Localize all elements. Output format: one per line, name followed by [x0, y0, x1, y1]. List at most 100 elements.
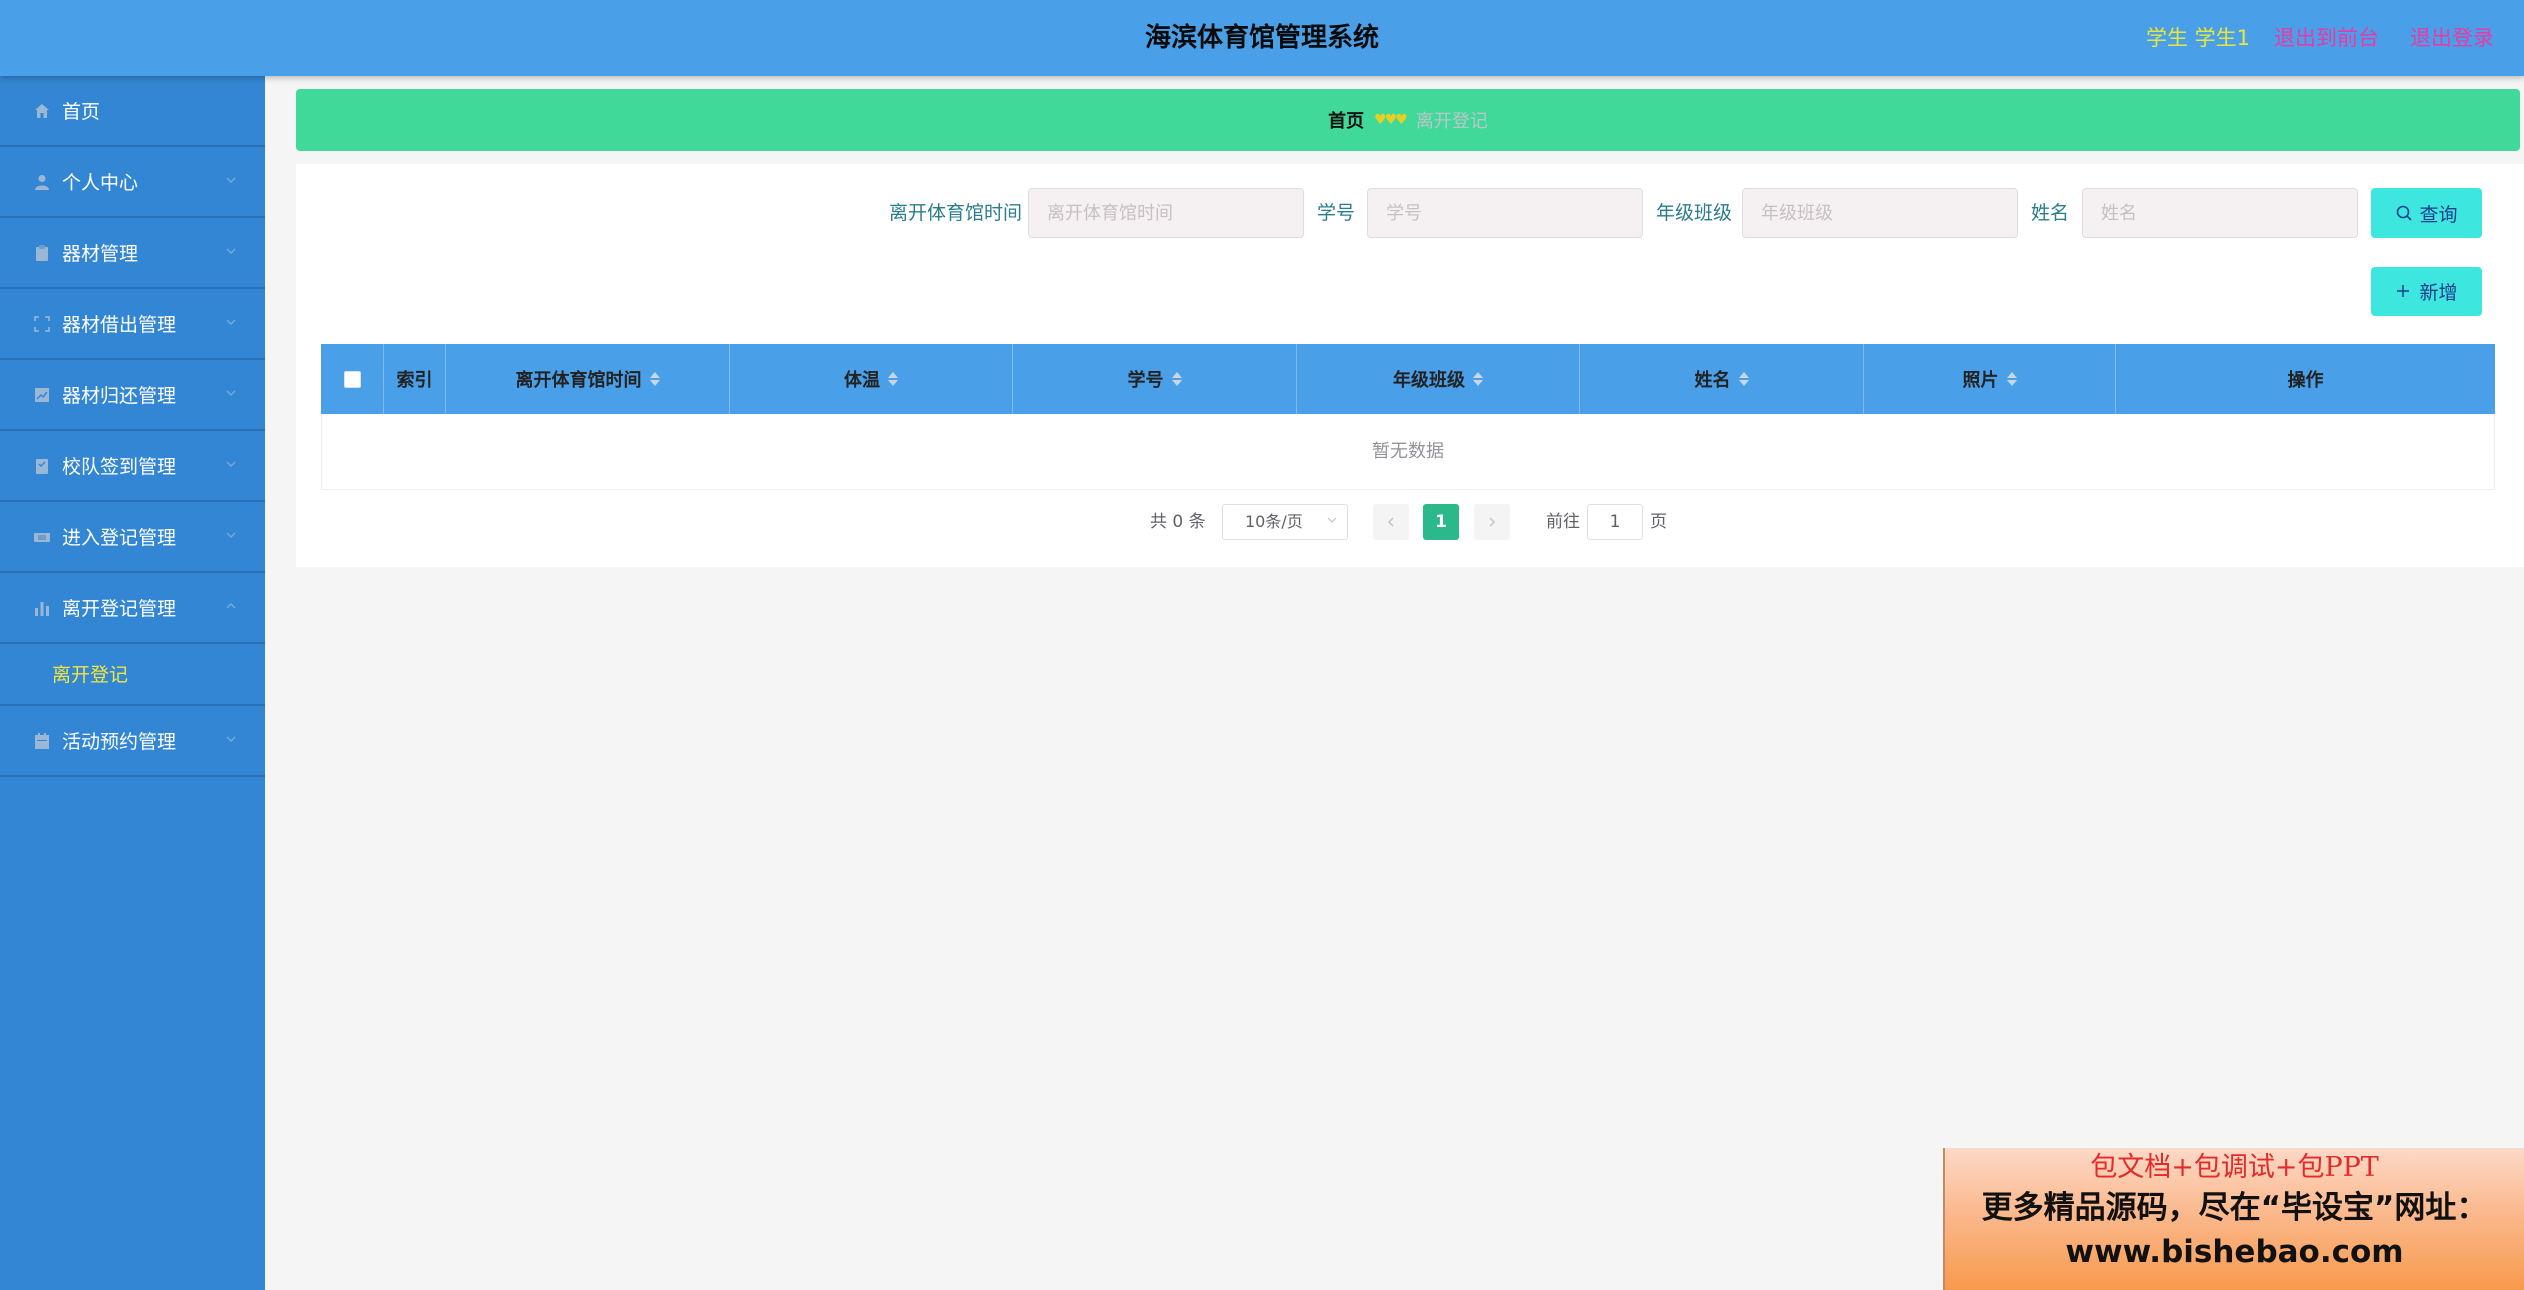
leave-time-input[interactable] — [1028, 188, 1304, 238]
ad-banner[interactable]: 包文档+包调试+包PPT 更多精品源码，尽在“毕设宝”网址： www.bishe… — [1943, 1148, 2524, 1290]
sidebar-item-leave-register[interactable]: 离开登记管理 — [0, 573, 265, 644]
column-header-label: 学号 — [1127, 370, 1164, 391]
sidebar-item-label: 进入登记管理 — [62, 527, 177, 549]
sidebar-item-equipment[interactable]: 器材管理 — [0, 218, 265, 289]
chevron-right-icon — [1489, 517, 1496, 527]
column-header-label: 操作 — [2287, 370, 2324, 391]
chevron-down-icon — [226, 736, 236, 742]
pagination: 共 0 条 10条/页 1 前往 页 — [296, 504, 2524, 540]
sort-icon[interactable] — [1473, 372, 1483, 386]
sort-icon[interactable] — [649, 372, 660, 386]
checklist-icon — [32, 456, 52, 476]
sort-icon[interactable] — [1738, 372, 1749, 386]
column-header-label: 年级班级 — [1393, 370, 1465, 391]
sidebar-item-label: 器材借出管理 — [62, 314, 177, 336]
grade-class-input[interactable] — [1742, 188, 2018, 238]
chevron-down-icon — [1327, 517, 1337, 523]
data-table: 索引 离开体育馆时间 体温 学号 年级班级 姓名 照片 操作 暂无数据 — [321, 344, 2495, 490]
ad-line-2: 更多精品源码，尽在“毕设宝”网址： — [1981, 1190, 2488, 1226]
sidebar-item-label: 器材管理 — [62, 243, 139, 265]
page-size-value: 10条/页 — [1245, 512, 1303, 531]
column-header-temperature[interactable]: 体温 — [730, 344, 1013, 414]
goto-label: 前往 — [1546, 512, 1580, 532]
column-header-name[interactable]: 姓名 — [1580, 344, 1864, 414]
grade-class-label: 年级班级 — [1656, 202, 1733, 224]
clipboard-icon — [32, 243, 52, 263]
column-header-label: 离开体育馆时间 — [515, 370, 642, 391]
sidebar-item-label: 个人中心 — [62, 172, 139, 194]
sidebar-item-entry-register[interactable]: 进入登记管理 — [0, 502, 265, 573]
column-header-leave-time[interactable]: 离开体育馆时间 — [446, 344, 730, 414]
query-button[interactable]: 查询 — [2371, 188, 2482, 238]
sidebar-item-label: 校队签到管理 — [62, 456, 177, 478]
table-header: 索引 离开体育馆时间 体温 学号 年级班级 姓名 照片 操作 — [321, 344, 2495, 414]
logout-link[interactable]: 退出登录 — [2410, 0, 2494, 76]
goto-page-input[interactable] — [1587, 504, 1643, 540]
name-input[interactable] — [2082, 188, 2358, 238]
breadcrumb-home[interactable]: 首页 — [1328, 107, 1364, 133]
student-id-label: 学号 — [1317, 202, 1356, 224]
content-panel: 离开体育馆时间 学号 年级班级 姓名 查询 新增 索引 离开体育馆时间 — [296, 164, 2524, 567]
sidebar-subitem-leave-register[interactable]: 离开登记 — [0, 644, 265, 706]
chevron-down-icon — [226, 461, 236, 467]
page-unit-label: 页 — [1650, 512, 1667, 532]
sidebar-item-activity-booking[interactable]: 活动预约管理 — [0, 706, 265, 777]
chevron-down-icon — [226, 390, 236, 396]
select-all-checkbox[interactable] — [343, 370, 361, 388]
ad-line-1: 包文档+包调试+包PPT — [2090, 1152, 2379, 1183]
home-icon — [32, 101, 52, 121]
query-button-label: 查询 — [2419, 203, 2458, 226]
sidebar-item-label: 首页 — [62, 101, 101, 123]
column-header-actions: 操作 — [2116, 344, 2495, 414]
name-label: 姓名 — [2031, 202, 2070, 224]
page-size-select[interactable]: 10条/页 — [1222, 504, 1348, 540]
chevron-down-icon — [226, 248, 236, 254]
sidebar-item-team-checkin[interactable]: 校队签到管理 — [0, 431, 265, 502]
column-header-label: 索引 — [396, 370, 433, 391]
table-empty-text: 暂无数据 — [321, 414, 2495, 490]
chevron-up-icon — [226, 603, 236, 609]
sidebar-item-personal-center[interactable]: 个人中心 — [0, 147, 265, 218]
exit-to-front-link[interactable]: 退出到前台 — [2274, 0, 2379, 76]
sidebar-item-label: 活动预约管理 — [62, 731, 177, 753]
sort-icon[interactable] — [2006, 372, 2017, 386]
column-header-label: 照片 — [1962, 370, 1999, 391]
student-id-input[interactable] — [1367, 188, 1643, 238]
top-header: 海滨体育馆管理系统 学生 学生1 退出到前台 退出登录 — [0, 0, 2524, 76]
chevron-down-icon — [226, 177, 236, 183]
chevron-left-icon — [1387, 517, 1394, 527]
breadcrumb-separator: ♥♥♥ — [1374, 112, 1408, 128]
search-icon — [2395, 204, 2413, 222]
column-header-index: 索引 — [384, 344, 446, 414]
sidebar-item-equipment-return[interactable]: 器材归还管理 — [0, 360, 265, 431]
bar-chart-icon — [32, 598, 52, 618]
page-number-button[interactable]: 1 — [1423, 504, 1459, 540]
sidebar-item-equipment-lend[interactable]: 器材借出管理 — [0, 289, 265, 360]
ad-line-3: www.bishebao.com — [2065, 1234, 2404, 1270]
sort-icon[interactable] — [888, 372, 898, 386]
chevron-down-icon — [226, 319, 236, 325]
sidebar-item-label: 器材归还管理 — [62, 385, 177, 407]
pagination-total: 共 0 条 — [1150, 512, 1206, 532]
column-header-grade-class[interactable]: 年级班级 — [1297, 344, 1580, 414]
fullscreen-icon — [32, 314, 52, 334]
user-icon — [32, 172, 52, 192]
plus-icon — [2395, 283, 2413, 301]
leave-time-label: 离开体育馆时间 — [889, 202, 1023, 224]
sidebar-item-home[interactable]: 首页 — [0, 76, 265, 147]
breadcrumb-current: 离开登记 — [1415, 111, 1488, 132]
add-button-label: 新增 — [2419, 282, 2458, 304]
ticket-icon — [32, 527, 52, 547]
chart-icon — [32, 385, 52, 405]
select-all-header — [321, 344, 384, 414]
prev-page-button[interactable] — [1373, 504, 1409, 540]
add-button[interactable]: 新增 — [2371, 267, 2482, 316]
sidebar: 首页 个人中心 器材管理 器材借出管理 器材归还管理 校队签到管理 进入登记管理… — [0, 76, 265, 1290]
column-header-photo[interactable]: 照片 — [1864, 344, 2116, 414]
column-header-label: 姓名 — [1694, 370, 1731, 391]
sort-icon[interactable] — [1171, 372, 1182, 386]
column-header-student-id[interactable]: 学号 — [1013, 344, 1297, 414]
current-user-label: 学生 学生1 — [2145, 26, 2250, 50]
chevron-down-icon — [226, 532, 236, 538]
next-page-button[interactable] — [1474, 504, 1510, 540]
